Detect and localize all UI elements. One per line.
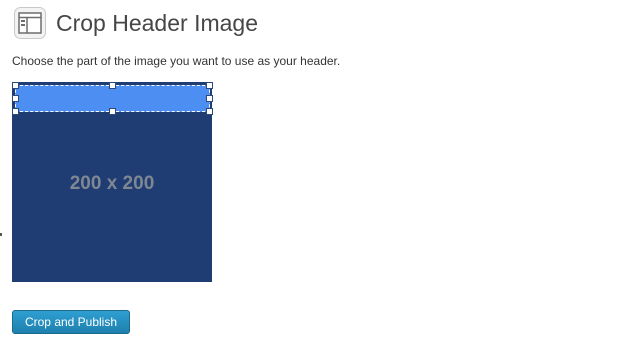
image-placeholder-label: 200 x 200: [69, 173, 155, 194]
page-title: Crop Header Image: [56, 10, 258, 36]
appearance-header-icon: [13, 6, 47, 40]
crop-header-page: Crop Header Image Choose the part of the…: [0, 0, 630, 346]
side-marker: [0, 233, 2, 236]
crop-handle-middle-right[interactable]: [206, 95, 213, 102]
crop-selection-box[interactable]: [12, 82, 213, 115]
crop-handle-bottom-right[interactable]: [206, 108, 213, 115]
crop-handle-bottom-center[interactable]: [109, 108, 116, 115]
crop-handle-top-center[interactable]: [109, 82, 116, 89]
crop-handle-middle-left[interactable]: [12, 95, 19, 102]
crop-and-publish-button[interactable]: Crop and Publish: [12, 310, 130, 334]
crop-image-area[interactable]: 200 x 200: [12, 82, 213, 282]
crop-handle-top-right[interactable]: [206, 82, 213, 89]
crop-instructions: Choose the part of the image you want to…: [12, 54, 341, 68]
crop-handle-bottom-left[interactable]: [12, 108, 19, 115]
crop-handle-top-left[interactable]: [12, 82, 19, 89]
